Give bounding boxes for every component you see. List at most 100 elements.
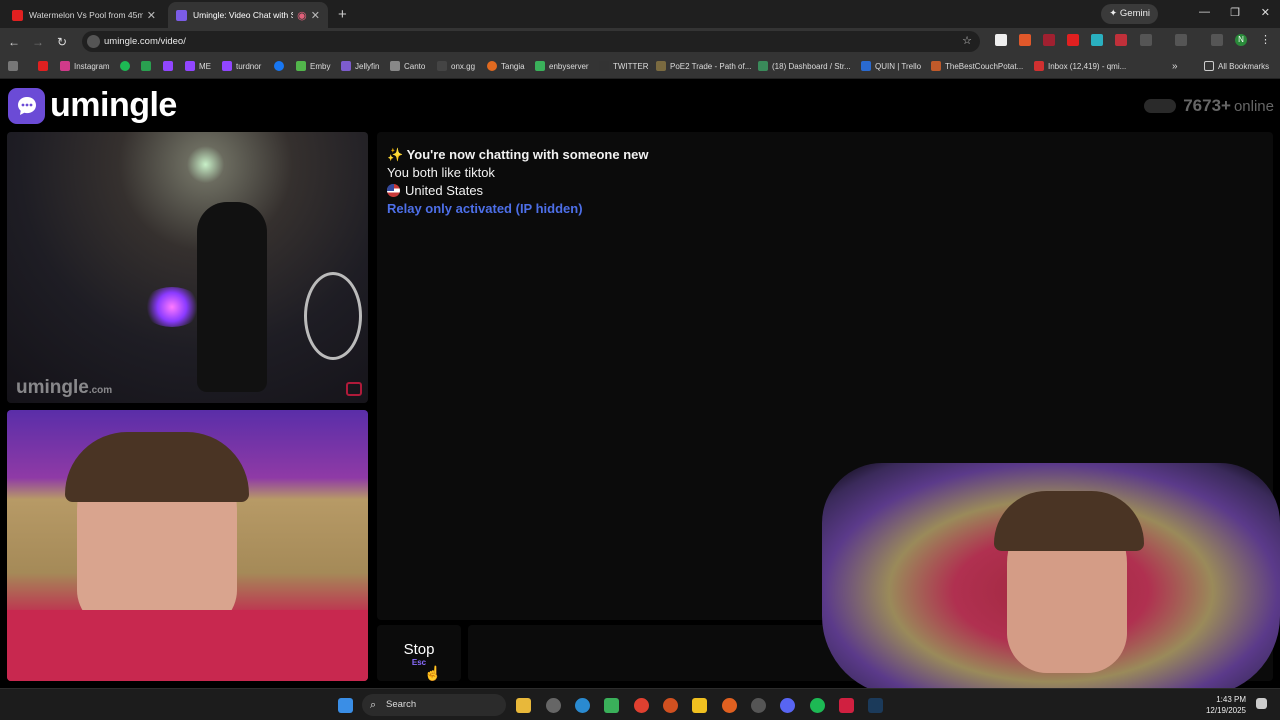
hand-cursor-icon: ☝ <box>424 665 442 681</box>
bookmark-inbox[interactable]: Inbox (12,419) - qmi... <box>1034 61 1126 71</box>
tab-title: Umingle: Video Chat with S <box>193 10 294 20</box>
bookmark-canto[interactable]: Canto <box>390 61 425 71</box>
youtube-bookmark[interactable] <box>38 61 52 71</box>
steam-icon[interactable] <box>868 698 883 713</box>
url-text: umingle.com/video/ <box>104 36 186 47</box>
stop-label: Stop <box>403 641 435 658</box>
notification-icon[interactable] <box>1256 698 1267 709</box>
site-name: umingle <box>50 86 177 124</box>
address-bar[interactable]: umingle.com/video/ ☆ <box>82 31 980 52</box>
extension-icon[interactable] <box>1067 34 1079 46</box>
wheel-shape <box>304 272 362 360</box>
extension-icon[interactable] <box>1115 34 1127 46</box>
stranger-figure <box>197 202 267 392</box>
forward-icon[interactable]: → <box>26 35 50 49</box>
back-icon[interactable]: ← <box>2 35 26 49</box>
spotify-bookmark[interactable] <box>120 61 134 71</box>
bookmark-onx[interactable]: onx.gg <box>437 61 475 71</box>
bookmarks-bar: Instagram ME turdnor Emby Jellyfin Canto… <box>0 55 1280 79</box>
all-bookmarks[interactable]: All Bookmarks <box>1204 61 1269 71</box>
stop-button[interactable]: Stop Esc <box>377 625 461 681</box>
extension-icon[interactable] <box>1091 34 1103 46</box>
umingle-logo[interactable]: umingle <box>8 86 177 125</box>
bookmark-me[interactable]: ME <box>185 61 211 71</box>
discord-icon[interactable] <box>780 698 795 713</box>
us-flag-icon <box>387 184 400 197</box>
close-tab-icon[interactable]: ✕ <box>311 9 320 22</box>
play-icon[interactable] <box>604 698 619 713</box>
taskbar-search[interactable]: ⌕ Search <box>362 694 506 716</box>
new-tab-button[interactable]: + <box>338 2 347 28</box>
app-icon[interactable] <box>663 698 678 713</box>
recording-icon: ◉ <box>297 9 307 22</box>
spotify-icon[interactable] <box>810 698 825 713</box>
theme-toggle[interactable] <box>1144 99 1177 113</box>
clock-date: 12/19/2025 <box>1205 706 1246 715</box>
file-explorer-icon[interactable] <box>516 698 531 713</box>
tab-umingle[interactable]: Umingle: Video Chat with S ◉ ✕ <box>168 2 328 28</box>
firefox-icon[interactable] <box>722 698 737 713</box>
gemini-button[interactable]: ✦ Gemini <box>1101 4 1158 24</box>
menu-icon[interactable]: ⋮ <box>1260 34 1272 46</box>
bookmark-instagram[interactable]: Instagram <box>60 61 110 71</box>
sticky-notes-icon[interactable] <box>692 698 707 713</box>
close-tab-icon[interactable]: ✕ <box>147 9 156 22</box>
webcam-overlay <box>822 463 1280 696</box>
bookmark-emby[interactable]: Emby <box>296 61 330 71</box>
facebook-bookmark[interactable] <box>274 61 288 71</box>
bookmark-star-icon[interactable]: ☆ <box>962 31 972 52</box>
site-info-icon[interactable] <box>87 35 100 48</box>
minimize-icon[interactable]: — <box>1199 6 1210 18</box>
stop-shortcut: Esc <box>411 658 427 667</box>
start-icon[interactable] <box>338 698 353 713</box>
bookmark-twitter[interactable]: TWITTER <box>599 61 649 71</box>
relay-notice: Relay only activated (IP hidden) <box>387 201 583 216</box>
online-count: 7673+ <box>1183 96 1231 115</box>
edge-icon[interactable] <box>575 698 590 713</box>
media-icon[interactable] <box>1211 34 1223 46</box>
extension-icon[interactable] <box>1019 34 1031 46</box>
online-counter: 7673+ online <box>1144 96 1274 116</box>
app-icon[interactable] <box>839 698 854 713</box>
bookmark-jellyfin[interactable]: Jellyfin <box>341 61 379 71</box>
youtube-icon <box>12 9 23 21</box>
sidepanel-icon[interactable] <box>1175 34 1187 46</box>
bookmark-couchpotato[interactable]: TheBestCouchPotat... <box>931 61 1023 71</box>
bookmark-dashboard[interactable]: (18) Dashboard / Str... <box>758 61 851 71</box>
extensions-puzzle-icon[interactable] <box>1140 34 1152 46</box>
windows-taskbar: ⌕ Search 1:43 PM 12/19/2025 <box>0 688 1280 720</box>
system-clock[interactable]: 1:43 PM 12/19/2025 <box>1206 694 1246 716</box>
reload-icon[interactable]: ↻ <box>50 35 74 49</box>
apps-icon[interactable] <box>8 61 22 71</box>
app-icon[interactable] <box>546 698 561 713</box>
bookmark-trello[interactable]: QUIN | Trello <box>861 61 921 71</box>
bookmark-tangia[interactable]: Tangia <box>487 61 525 71</box>
profile-avatar[interactable]: N <box>1235 34 1247 46</box>
light-effect <box>142 287 202 327</box>
chrome-icon[interactable] <box>634 698 649 713</box>
overlay-hair <box>994 491 1144 551</box>
extension-icon[interactable] <box>995 34 1007 46</box>
self-video <box>7 410 368 681</box>
self-shirt <box>7 610 368 681</box>
close-window-icon[interactable]: ✕ <box>1261 6 1270 19</box>
online-label: online <box>1233 97 1274 115</box>
tab-strip: Watermelon Vs Pool from 45m ✕ Umingle: V… <box>0 0 1280 28</box>
tab-youtube[interactable]: Watermelon Vs Pool from 45m ✕ <box>4 2 164 28</box>
video-watermark: umingle.com <box>16 377 113 398</box>
more-bookmarks-icon[interactable]: » <box>1172 61 1178 72</box>
stranger-country: United States <box>387 183 483 198</box>
bookmark-enbyserver[interactable]: enbyserver <box>535 61 589 71</box>
extension-icon[interactable] <box>1043 34 1055 46</box>
bookmark-icon[interactable] <box>141 61 155 71</box>
restore-icon[interactable]: ❐ <box>1230 6 1240 19</box>
bookmark-poe2[interactable]: PoE2 Trade - Path of... <box>656 61 751 71</box>
app-icon[interactable] <box>751 698 766 713</box>
self-hair <box>65 432 249 502</box>
twitch-bookmark[interactable] <box>163 61 177 71</box>
search-icon: ⌕ <box>370 699 377 711</box>
report-flag-icon[interactable] <box>346 382 362 396</box>
tab-title: Watermelon Vs Pool from 45m <box>29 10 143 20</box>
bookmark-turdnor[interactable]: turdnor <box>222 61 261 71</box>
umingle-icon <box>176 9 187 21</box>
